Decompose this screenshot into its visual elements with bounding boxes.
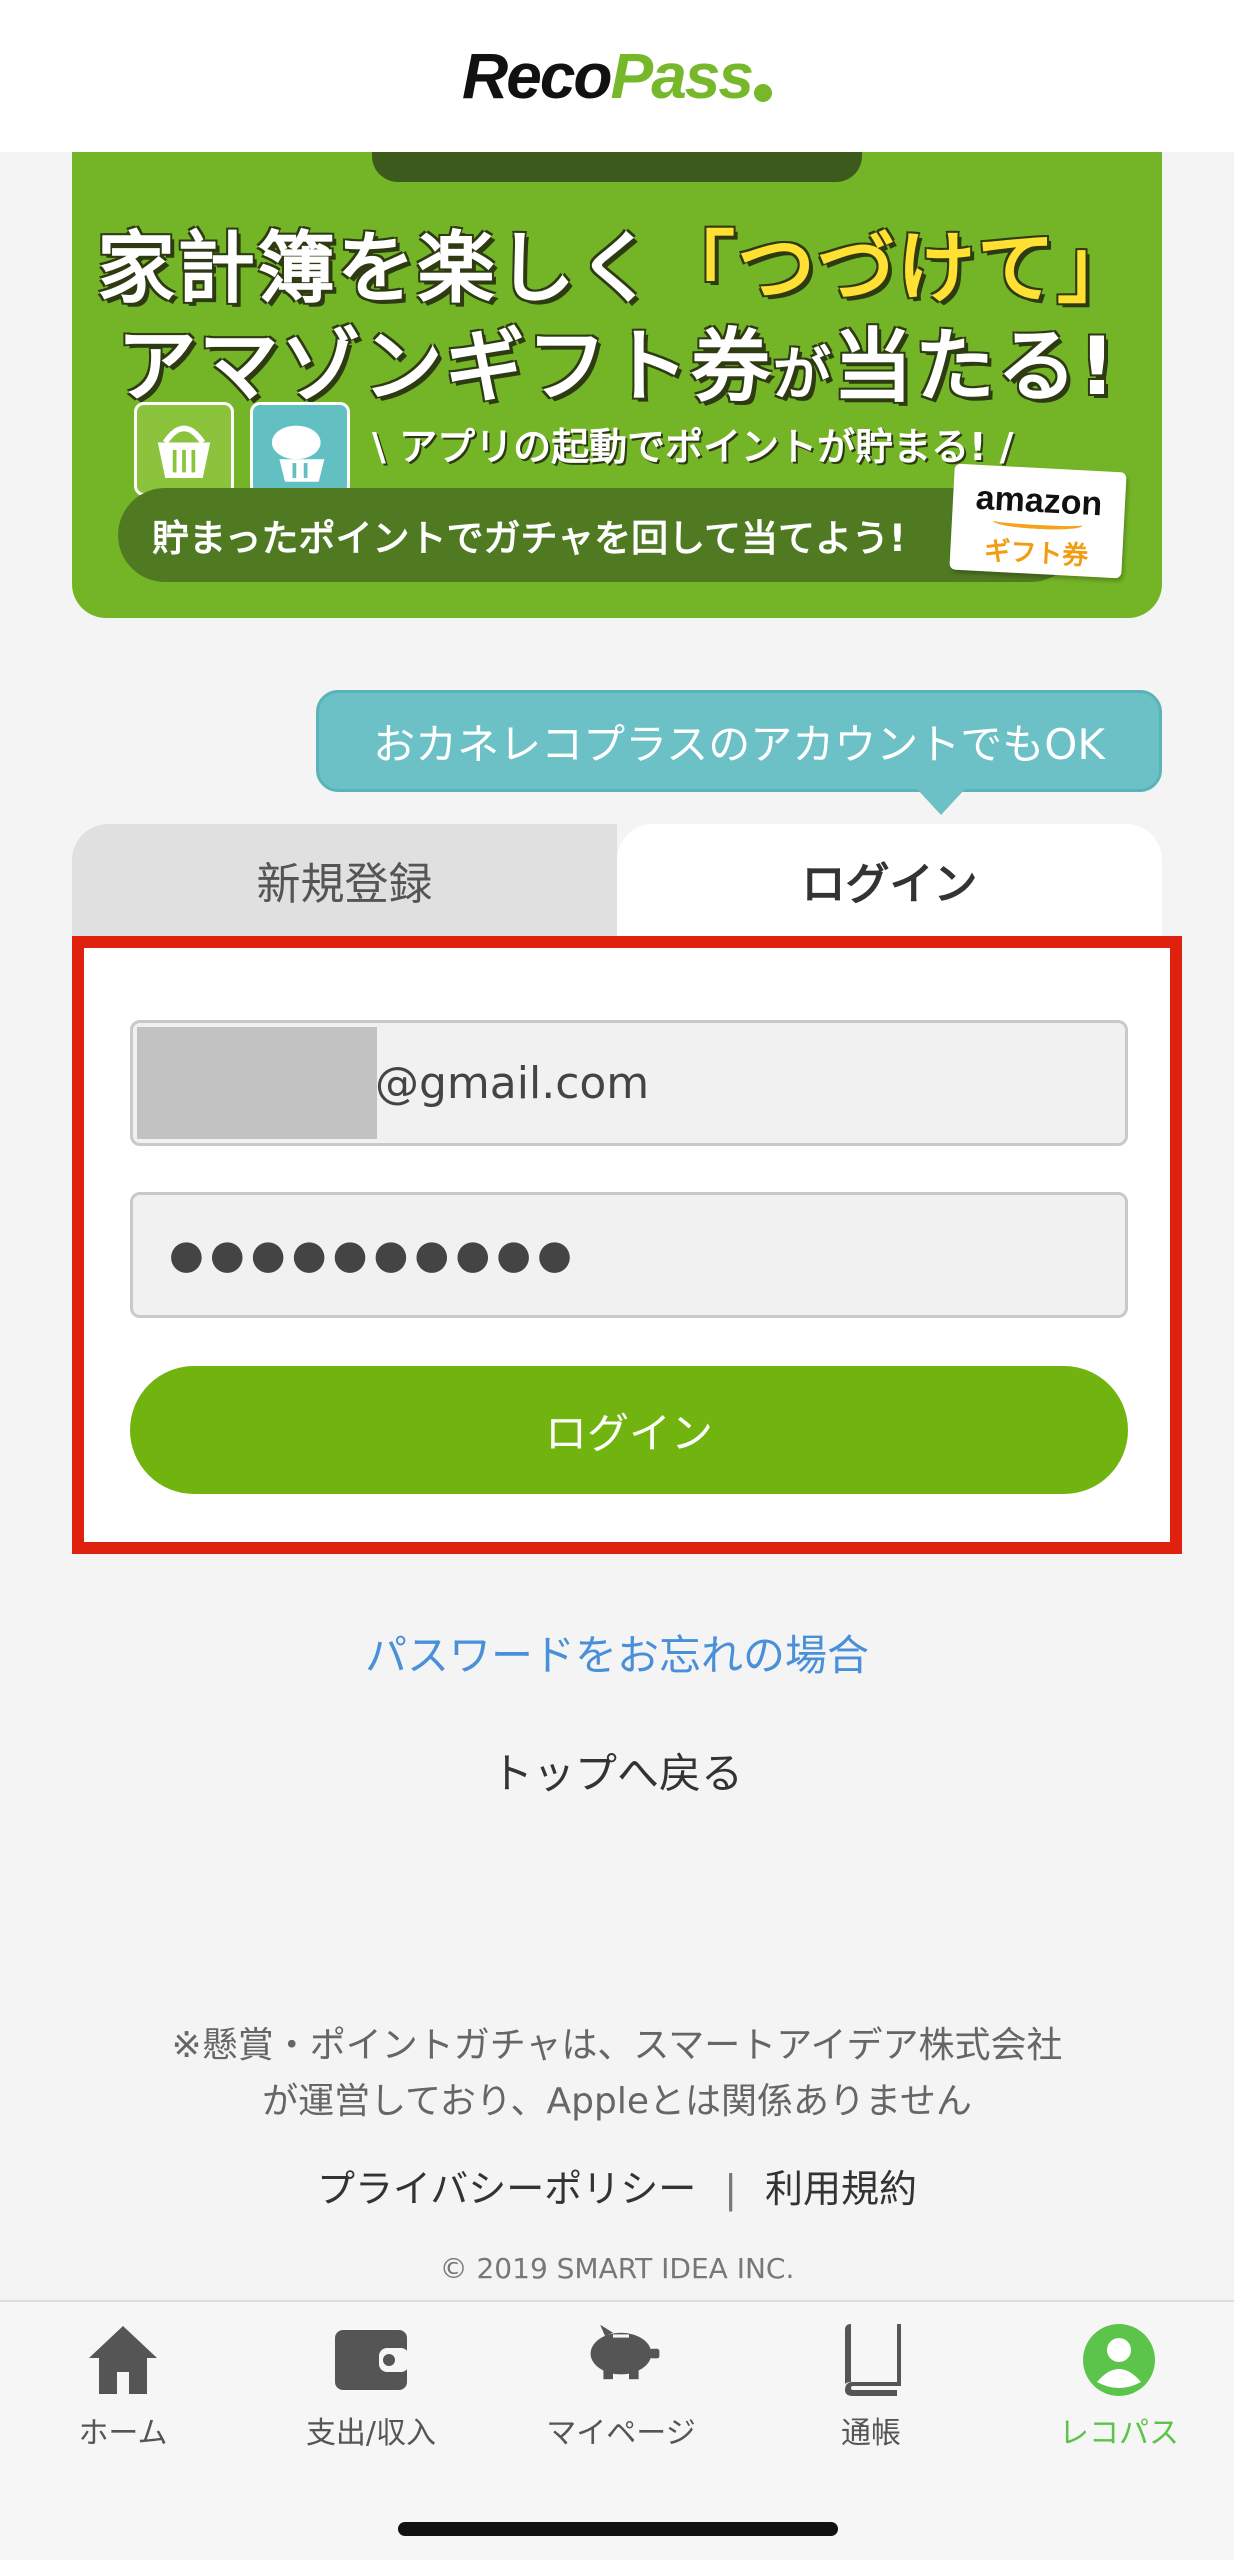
nav-recopass[interactable]: レコパス: [996, 2320, 1234, 2452]
password-value: ●●●●●●●●●●: [169, 1232, 579, 1278]
tab-login-label: ログイン: [801, 859, 978, 910]
nav-passbook[interactable]: 通帳: [748, 2320, 994, 2452]
logo-reco-text: Reco: [462, 40, 612, 112]
nav-home[interactable]: ホーム: [0, 2320, 246, 2452]
callout-text: おカネレコプラスのアカウントでもOK: [373, 719, 1105, 769]
tab-register-label: 新規登録: [256, 859, 433, 910]
account-callout: おカネレコプラスのアカウントでもOK: [316, 690, 1162, 815]
disclaimer-line-2: が運営しており、Appleとは関係ありません: [262, 2081, 972, 2122]
banner-subtitle: \ アプリの起動でポイントが貯まる! /: [372, 425, 1014, 469]
bottom-tab-bar: ホーム 支出/収入 マイページ 通帳 レコパス: [0, 2300, 1234, 2560]
disclaimer-line-1: ※懸賞・ポイントガチャは、スマートアイデア株式会社: [171, 2025, 1063, 2066]
privacy-policy-link[interactable]: プライバシーポリシー: [317, 2167, 696, 2211]
nav-mypage-label: マイページ: [546, 2416, 696, 2451]
nav-recopass-label: レコパス: [1059, 2416, 1179, 2451]
banner-headline-highlight: 「つづけて」: [657, 224, 1138, 314]
home-indicator[interactable]: [398, 2522, 838, 2536]
user-circle-icon: [1079, 2320, 1159, 2400]
campaign-banner[interactable]: 家計簿を楽しく「つづけて」 アマゾンギフト券が当たる! \ アプリの起動でポイン…: [72, 130, 1162, 618]
amazon-gift-badge: amazon ギフト券: [949, 463, 1127, 579]
password-field[interactable]: ●●●●●●●●●●: [130, 1192, 1128, 1318]
forgot-password-link[interactable]: パスワードをお忘れの場合: [0, 1622, 1234, 1683]
login-button-label: ログイン: [544, 1408, 713, 1458]
nav-home-label: ホーム: [78, 2416, 168, 2451]
banner-headline-2-small: が: [772, 340, 833, 408]
disclaimer-notice: ※懸賞・ポイントガチャは、スマートアイデア株式会社 が運営しており、Appleと…: [0, 2018, 1234, 2130]
footer-separator: |: [724, 2167, 738, 2211]
email-field[interactable]: @gmail.com: [130, 1020, 1128, 1146]
app-header: RecoPass: [0, 0, 1234, 152]
back-to-top-link[interactable]: トップへ戻る: [0, 1740, 1234, 1801]
home-icon: [83, 2320, 163, 2400]
piggy-bank-icon: [581, 2320, 661, 2400]
login-button[interactable]: ログイン: [130, 1366, 1128, 1494]
wallet-icon: [331, 2320, 411, 2400]
nav-mypage[interactable]: マイページ: [498, 2320, 744, 2452]
banner-pill: 貯まったポイントでガチャを回して当てよう!: [118, 488, 1078, 582]
nav-expense-income[interactable]: 支出/収入: [248, 2320, 494, 2452]
nav-passbook-label: 通帳: [841, 2416, 901, 2451]
banner-headline-1a: 家計簿を楽しく: [96, 224, 657, 314]
gift-card-text: ギフト券: [983, 536, 1089, 572]
tab-register[interactable]: 新規登録: [72, 824, 617, 936]
banner-pill-text: 貯まったポイントでガチャを回して当てよう!: [152, 517, 906, 560]
terms-link[interactable]: 利用規約: [765, 2167, 917, 2211]
logo-dot: [753, 84, 772, 102]
auth-tabs: 新規登録 ログイン: [72, 824, 1162, 936]
footer-links: プライバシーポリシー | 利用規約: [0, 2158, 1234, 2213]
tab-login[interactable]: ログイン: [617, 824, 1162, 936]
redacted-block: [137, 1027, 377, 1139]
nav-expense-income-label: 支出/収入: [305, 2416, 437, 2451]
amazon-logo-text: amazon: [974, 478, 1104, 524]
email-value: @gmail.com: [375, 1057, 650, 1109]
recopass-logo: RecoPass: [462, 39, 772, 113]
banner-headline-2: アマゾンギフト券が当たる!: [72, 302, 1162, 418]
login-form: @gmail.com ●●●●●●●●●● ログイン: [72, 936, 1182, 1554]
book-icon: [831, 2320, 911, 2400]
shopping-basket-icon: [134, 402, 234, 496]
copyright-text: © 2019 SMART IDEA INC.: [439, 2252, 795, 2285]
banner-headline-2a: アマゾンギフト券: [116, 320, 773, 413]
logo-pass-text: Pass: [610, 40, 754, 112]
banner-headline-2b: 当たる!: [832, 320, 1118, 413]
piggy-basket-icon: [250, 402, 350, 496]
